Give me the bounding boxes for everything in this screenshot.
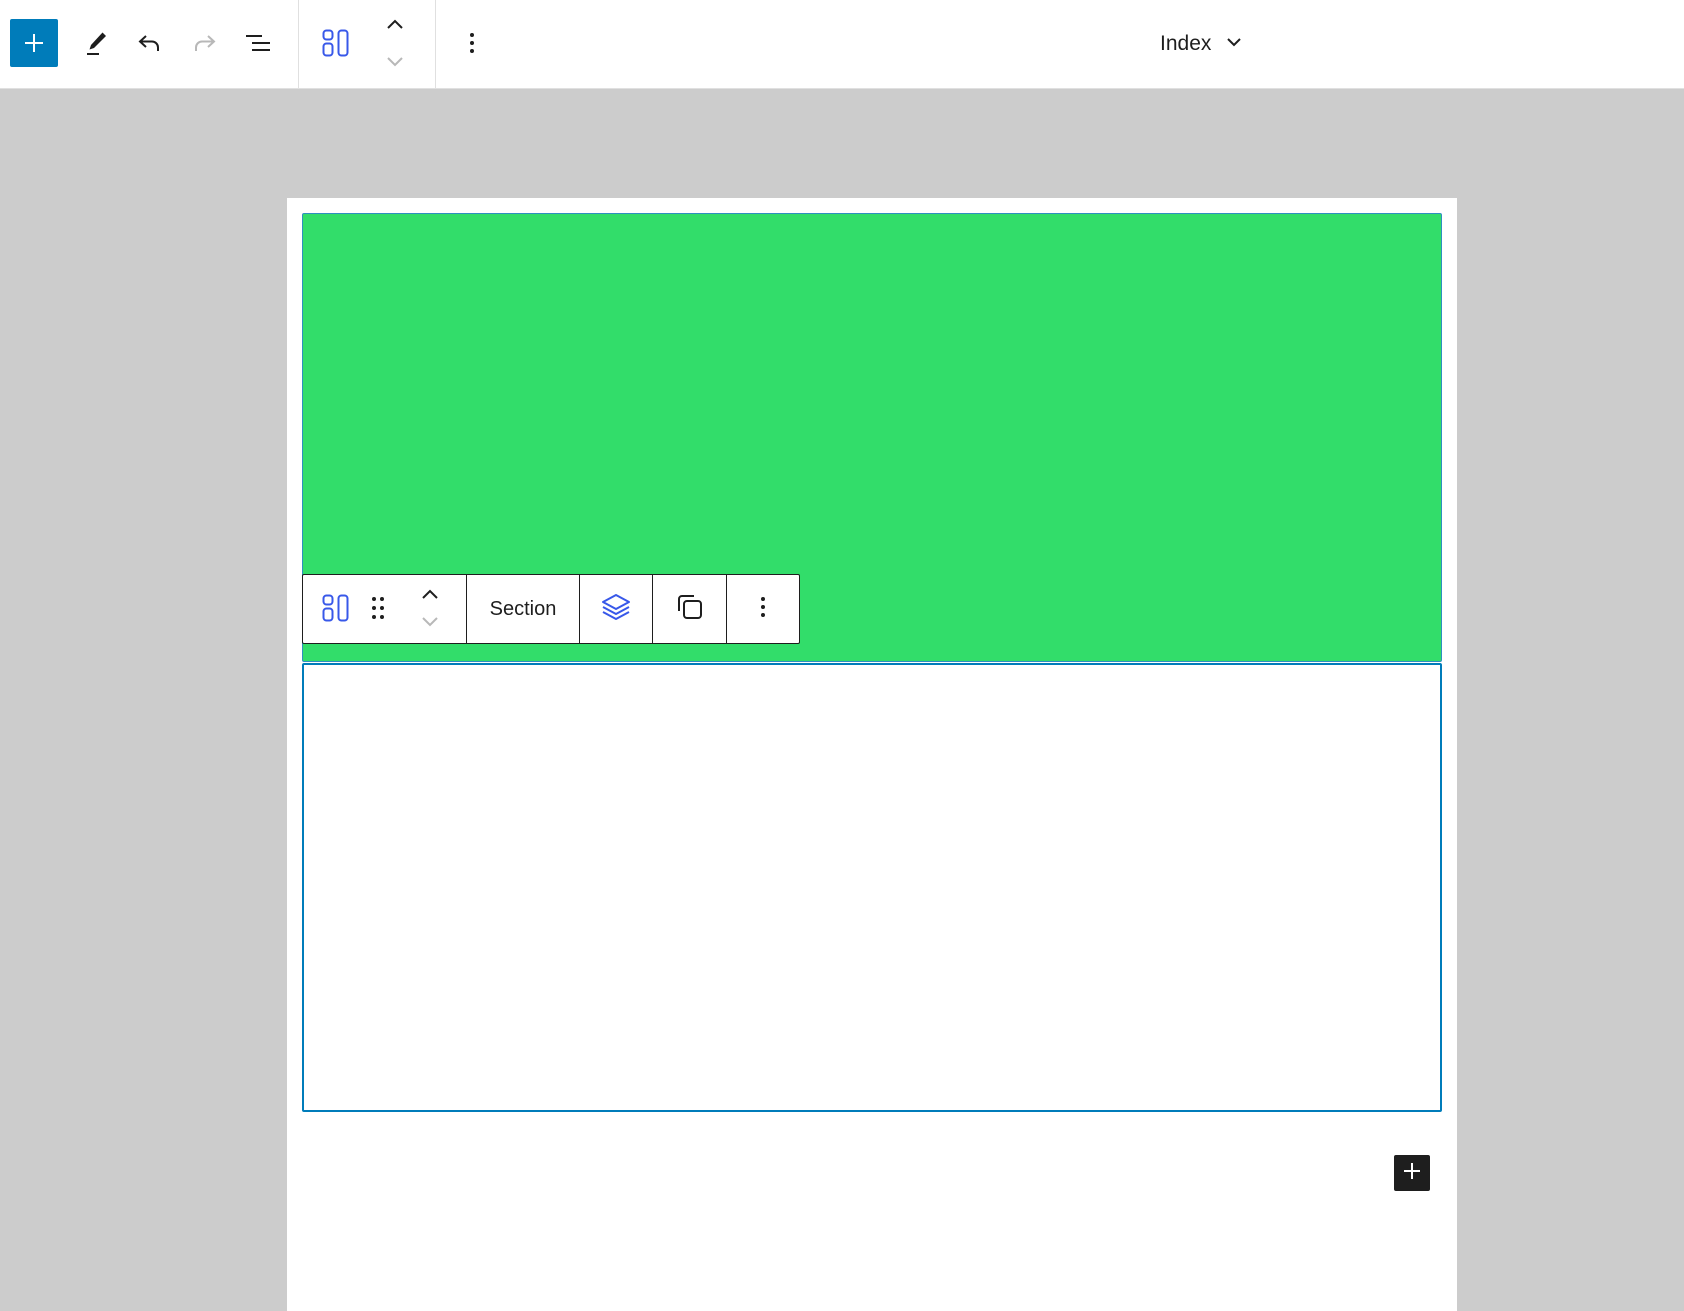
chevron-up-icon (384, 17, 406, 31)
more-vertical-icon (759, 593, 767, 626)
drag-handle-icon (370, 595, 386, 626)
plus-icon (22, 31, 46, 55)
chevron-down-icon (384, 55, 406, 69)
block-type-button[interactable] (317, 591, 355, 629)
move-up-button[interactable] (371, 10, 419, 38)
chevron-up-icon (419, 587, 441, 606)
block-appender-button[interactable] (1394, 1155, 1430, 1191)
move-down-button[interactable] (371, 48, 419, 76)
toolbar-divider (435, 0, 436, 89)
chevron-down-icon (1225, 35, 1243, 53)
editor-header: Index (0, 0, 1684, 89)
block-toolbar-duplicate-group (653, 575, 727, 643)
block-toolbar-label-group: Section (467, 575, 580, 643)
block-label-button[interactable]: Section (490, 598, 557, 621)
block-type-button[interactable] (312, 19, 360, 67)
chevron-down-icon (419, 615, 441, 634)
block-toolbar-mover-group (303, 575, 467, 643)
undo-button[interactable] (126, 19, 174, 67)
redo-icon (190, 29, 218, 57)
block-toolbar-layers-group (580, 575, 653, 643)
list-view-icon (244, 29, 272, 57)
layers-icon (601, 592, 631, 627)
undo-icon (136, 29, 164, 57)
tools-button[interactable] (72, 19, 120, 67)
toolbar-divider (298, 0, 299, 89)
block-move-up-button[interactable] (415, 585, 445, 607)
block-toolbar: Section (302, 574, 800, 644)
list-view-button[interactable] (234, 19, 282, 67)
block-toolbar-options-group (727, 575, 799, 643)
document-title: Index (1160, 32, 1212, 55)
more-vertical-icon (468, 29, 476, 57)
plus-icon (1402, 1161, 1422, 1186)
editor-canvas (287, 198, 1457, 1311)
layout-icon (321, 28, 351, 58)
redo-button[interactable] (180, 19, 228, 67)
duplicate-button[interactable] (653, 575, 726, 643)
duplicate-icon (675, 592, 705, 627)
layers-button[interactable] (580, 575, 652, 643)
options-button[interactable] (448, 19, 496, 67)
pencil-icon (82, 29, 110, 57)
layout-icon (321, 593, 351, 628)
block-inserter-button[interactable] (10, 19, 58, 67)
section-block-selected[interactable] (302, 663, 1442, 1112)
block-options-button[interactable] (727, 575, 799, 643)
document-title-dropdown[interactable]: Index (1160, 26, 1243, 62)
drag-handle[interactable] (363, 591, 393, 629)
block-move-down-button[interactable] (415, 613, 445, 635)
